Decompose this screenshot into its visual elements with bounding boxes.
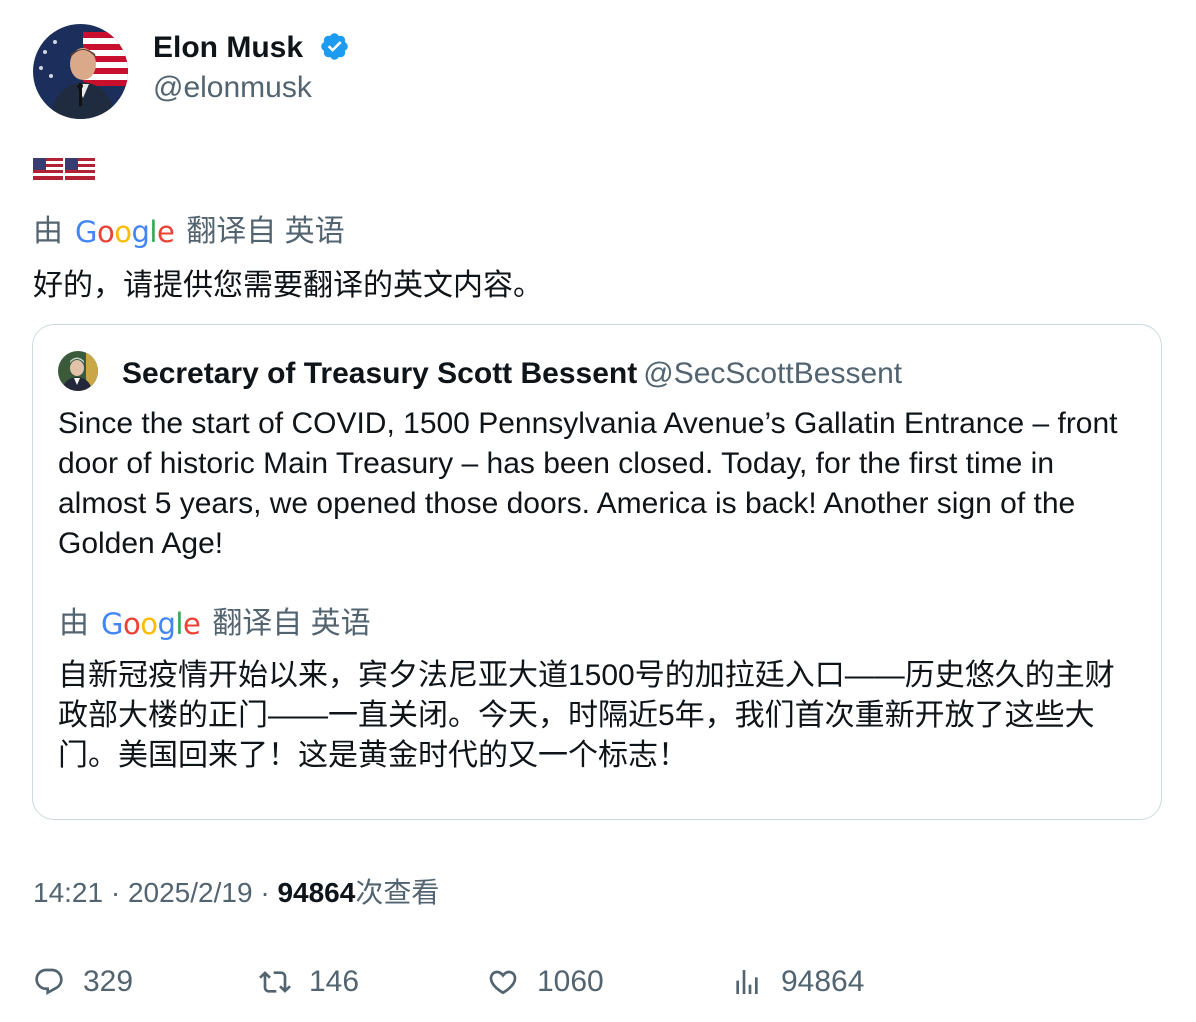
like-button[interactable]: 1060 <box>487 960 604 1004</box>
us-flag-icon <box>33 158 63 181</box>
quoted-translation-banner: 由 Google 翻译自 英语 <box>59 606 371 642</box>
quoted-author-avatar[interactable] <box>58 351 98 391</box>
author-name[interactable]: Elon Musk <box>153 30 303 66</box>
google-logo[interactable]: Google <box>101 606 201 642</box>
author-avatar[interactable] <box>33 24 128 119</box>
retweet-count: 146 <box>309 965 360 998</box>
translation-banner: 由 Google 翻译自 英语 <box>33 214 345 250</box>
tweet-text: 🇺🇸🇺🇸 <box>33 152 97 182</box>
quoted-author-name[interactable]: Secretary of Treasury Scott Bessent <box>122 357 637 390</box>
tweet-meta: 14:21 · 2025/2/19 · 94864次查看 <box>33 875 439 911</box>
author-handle[interactable]: @elonmusk <box>153 70 312 106</box>
quoted-author-handle[interactable]: @SecScottBessent <box>643 357 902 390</box>
action-bar: 329 146 1060 94864 <box>33 960 1163 1004</box>
quoted-tweet-text: Since the start of COVID, 1500 Pennsylva… <box>58 407 1118 560</box>
retweet-button[interactable]: 146 <box>259 960 359 1004</box>
quoted-translation-prefix: 由 <box>59 607 89 640</box>
reply-count: 329 <box>83 965 134 998</box>
views-button[interactable]: 94864 <box>731 960 864 1004</box>
google-logo[interactable]: Google <box>75 214 175 250</box>
views-count: 94864 <box>781 965 865 998</box>
reply-icon <box>35 968 63 995</box>
translation-suffix: 翻译自 英语 <box>186 215 345 248</box>
view-count: 94864 <box>277 877 356 908</box>
analytics-icon <box>736 970 758 994</box>
retweet-icon <box>259 971 291 993</box>
view-count-suffix: 次查看 <box>355 877 440 908</box>
heart-icon <box>489 970 517 995</box>
translation-prefix: 由 <box>33 215 63 248</box>
like-count: 1060 <box>537 965 604 998</box>
reply-button[interactable]: 329 <box>33 960 133 1004</box>
quoted-header: Secretary of Treasury Scott Bessent @SecS… <box>122 356 902 392</box>
tweet-time[interactable]: 14:21 <box>33 877 103 908</box>
meta-separator: · <box>252 877 278 908</box>
tweet-date[interactable]: 2025/2/19 <box>128 877 253 908</box>
quoted-translation-suffix: 翻译自 英语 <box>212 607 371 640</box>
us-flag-icon <box>65 158 95 181</box>
meta-separator: · <box>103 877 128 908</box>
verified-badge-icon <box>319 31 350 62</box>
quoted-translated-text: 自新冠疫情开始以来，宾夕法尼亚大道1500号的加拉廷入口——历史悠久的主财政部大… <box>58 659 1115 772</box>
translated-text: 好的，请提供您需要翻译的英文内容。 <box>33 269 543 302</box>
